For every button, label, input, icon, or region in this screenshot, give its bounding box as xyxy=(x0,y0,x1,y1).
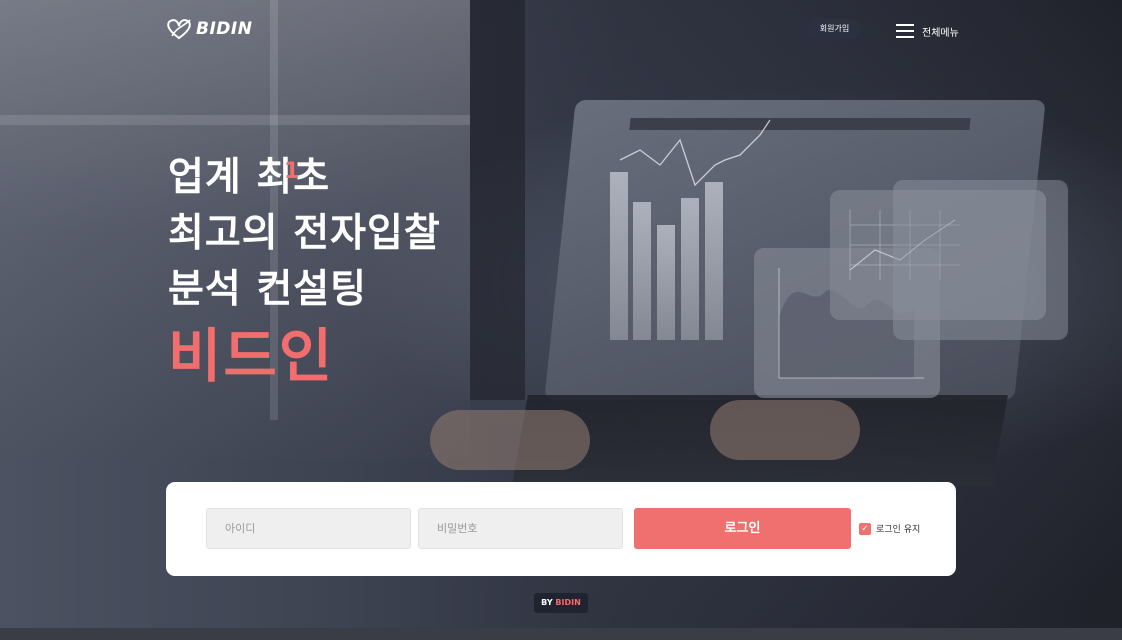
login-button[interactable]: 로그인 xyxy=(634,508,851,549)
remember-login-label: 로그인 유지 xyxy=(876,525,921,535)
by-brand: BIDIN xyxy=(555,598,581,607)
background-chart-bar xyxy=(681,198,699,340)
background-chart-bar xyxy=(657,225,675,340)
hero-brand-name: 비드인 xyxy=(168,322,335,390)
by-bidin-badge: BY BIDIN xyxy=(534,593,588,613)
background-chart-bar xyxy=(633,202,651,340)
hero-line-1: 업계 최초 1 xyxy=(168,150,441,206)
background-window-frame xyxy=(0,115,470,125)
background-hand xyxy=(710,400,860,460)
hamburger-icon xyxy=(896,20,914,42)
signup-button[interactable]: 회원가입 xyxy=(808,19,861,39)
hero-accent-number: 1 xyxy=(284,159,301,184)
background-overlay-panel xyxy=(893,180,1068,340)
background-chart-bar xyxy=(610,172,628,340)
background-hand xyxy=(430,410,590,470)
remember-login-toggle[interactable]: ✓ 로그인 유지 xyxy=(859,522,920,535)
remember-login-checkbox[interactable]: ✓ xyxy=(859,522,871,535)
background-chart-bar xyxy=(705,182,723,340)
logo[interactable]: BIDIN xyxy=(166,18,252,40)
hero-line-2: 최고의 전자입찰 xyxy=(168,211,441,256)
background-pillar xyxy=(470,0,525,400)
password-input[interactable]: 비밀번호 xyxy=(418,508,623,549)
full-menu-label: 전체메뉴 xyxy=(922,27,959,39)
hero-headline: 업계 최초 1 최고의 전자입찰 분석 컨설팅 비드인 xyxy=(168,150,441,392)
logo-emblem-icon xyxy=(167,19,191,40)
logo-text: BIDIN xyxy=(196,19,253,39)
bottom-band xyxy=(0,628,1122,640)
hero-line-3: 분석 컨설팅 xyxy=(168,267,367,312)
full-menu-button[interactable]: 전체메뉴 xyxy=(896,20,959,42)
background-line-chart xyxy=(619,119,771,187)
hero-line-1-text: 업계 최초 xyxy=(168,155,331,200)
by-label: BY xyxy=(541,598,553,607)
id-input[interactable]: 아이디 xyxy=(206,508,411,549)
login-card: 아이디 비밀번호 로그인 ✓ 로그인 유지 xyxy=(166,482,956,576)
